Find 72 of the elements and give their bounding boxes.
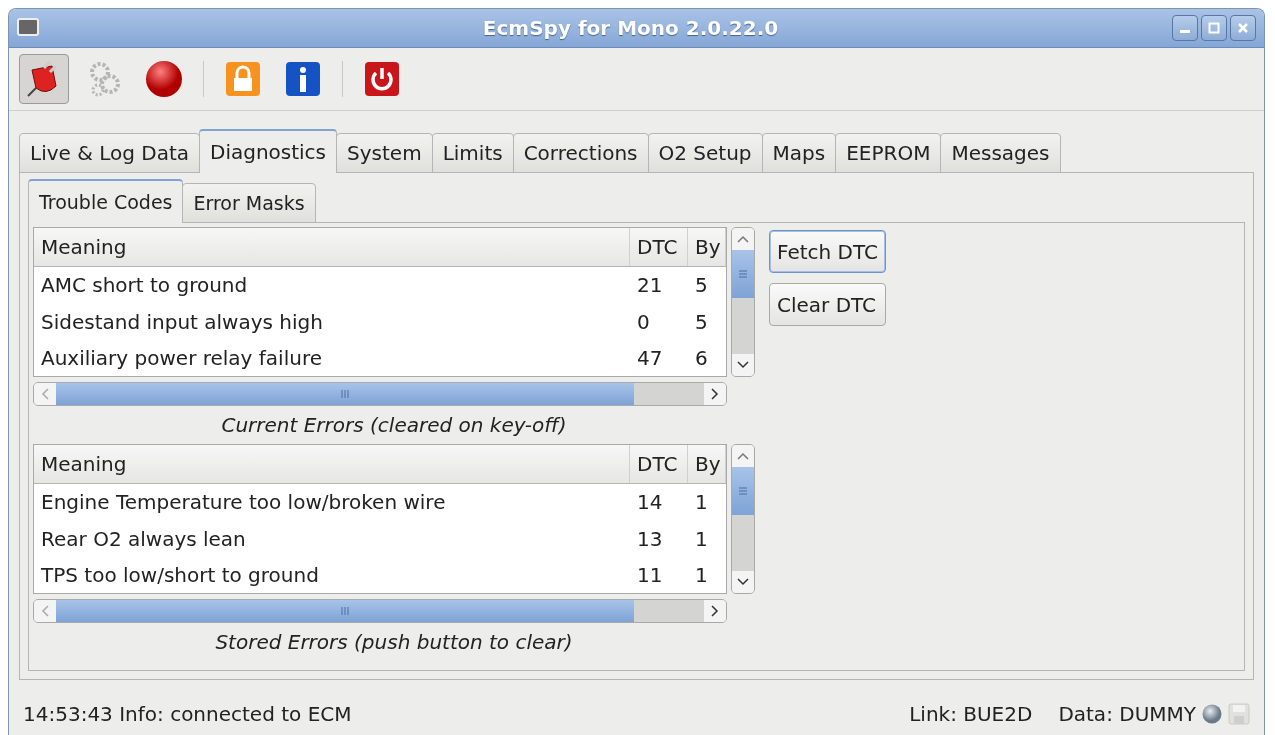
link-status: Link: BUE2D [909,702,1033,726]
scroll-right-icon[interactable] [711,605,719,617]
column-header[interactable]: Meaning [34,445,630,483]
table-cell-text: 6 [694,345,709,373]
table-caption: Stored Errors (push button to clear) [214,629,574,656]
window-title: EcmSpy for Mono 2.0.22.0 [481,16,780,40]
tab[interactable]: EEPROM [835,133,942,173]
tab[interactable]: Error Masks [182,183,316,223]
scroll-left-icon[interactable] [41,388,49,400]
scroll-up-icon[interactable] [737,452,749,460]
table-cell-text: 0 [636,308,651,336]
tab[interactable]: Maps [761,133,837,173]
table-cell-text: Rear O2 always lean [40,525,247,553]
column-header[interactable]: Meaning [34,228,630,266]
close-icon [1237,22,1249,34]
status-led-icon [1202,704,1222,724]
table-cell-text: 5 [694,308,709,336]
table-cell-text: 13 [636,525,664,553]
table-cell-text: 14 [636,489,664,517]
scroll-down-icon[interactable] [737,361,749,369]
table-cell-text: AMC short to ground [40,272,249,300]
window-icon [17,18,39,38]
action-button[interactable]: Fetch DTC [769,230,886,273]
vertical-scrollbar[interactable] [731,227,755,377]
table-cell-text: TPS too low/short to ground [40,562,320,590]
table-cell-text: Engine Temperature too low/broken wire [40,489,447,517]
tab[interactable]: Corrections [512,133,649,173]
scroll-up-icon[interactable] [737,235,749,243]
minimize-button[interactable] [1172,15,1198,41]
table-cell-text: 5 [694,272,709,300]
scroll-left-icon[interactable] [41,605,49,617]
info-icon [285,61,321,97]
tab[interactable]: Limits [431,133,514,173]
grip-icon[interactable] [340,607,350,615]
toolbar-button[interactable] [19,54,69,104]
table-cell-text: 1 [694,562,709,590]
grip-icon[interactable] [739,269,747,279]
horizontal-scrollbar[interactable] [33,382,727,406]
scroll-right-icon[interactable] [711,388,719,400]
grip-icon[interactable] [340,390,350,398]
status-message: 14:53:43 Info: connected to ECM [23,702,353,726]
table-cell-text: 47 [636,345,664,373]
table-caption: Current Errors (cleared on key-off) [220,412,568,439]
maximize-button[interactable] [1201,15,1227,41]
grip-icon[interactable] [739,486,747,496]
tab[interactable]: Diagnostics [199,129,338,173]
tab[interactable]: O2 Setup [647,133,763,173]
lock-icon [225,61,261,97]
close-button[interactable] [1230,15,1256,41]
tab[interactable]: Messages [940,133,1061,173]
data-status: Data: DUMMY [1058,702,1196,726]
tab[interactable]: Trouble Codes [28,179,184,223]
column-header[interactable]: By [688,445,726,483]
table-cell-text: 21 [636,272,664,300]
table-cell-text: 1 [694,489,709,517]
maximize-icon [1208,22,1220,34]
column-header[interactable]: By [688,228,726,266]
record-icon [145,60,183,98]
action-button[interactable]: Clear DTC [769,283,886,326]
column-header[interactable]: DTC [630,228,688,266]
table-cell-text: Sidestand input always high [40,308,324,336]
scroll-down-icon[interactable] [737,578,749,586]
table-cell-text: 11 [636,562,664,590]
column-header[interactable]: DTC [630,445,688,483]
tab[interactable]: Live & Log Data [19,133,200,173]
table-cell-text: Auxiliary power relay failure [40,345,323,373]
power-icon [364,61,400,97]
minimize-icon [1179,30,1191,34]
vertical-scrollbar[interactable] [731,444,755,594]
tab[interactable]: System [336,133,433,173]
table-cell-text: 1 [694,525,709,553]
horizontal-scrollbar[interactable] [33,599,727,623]
